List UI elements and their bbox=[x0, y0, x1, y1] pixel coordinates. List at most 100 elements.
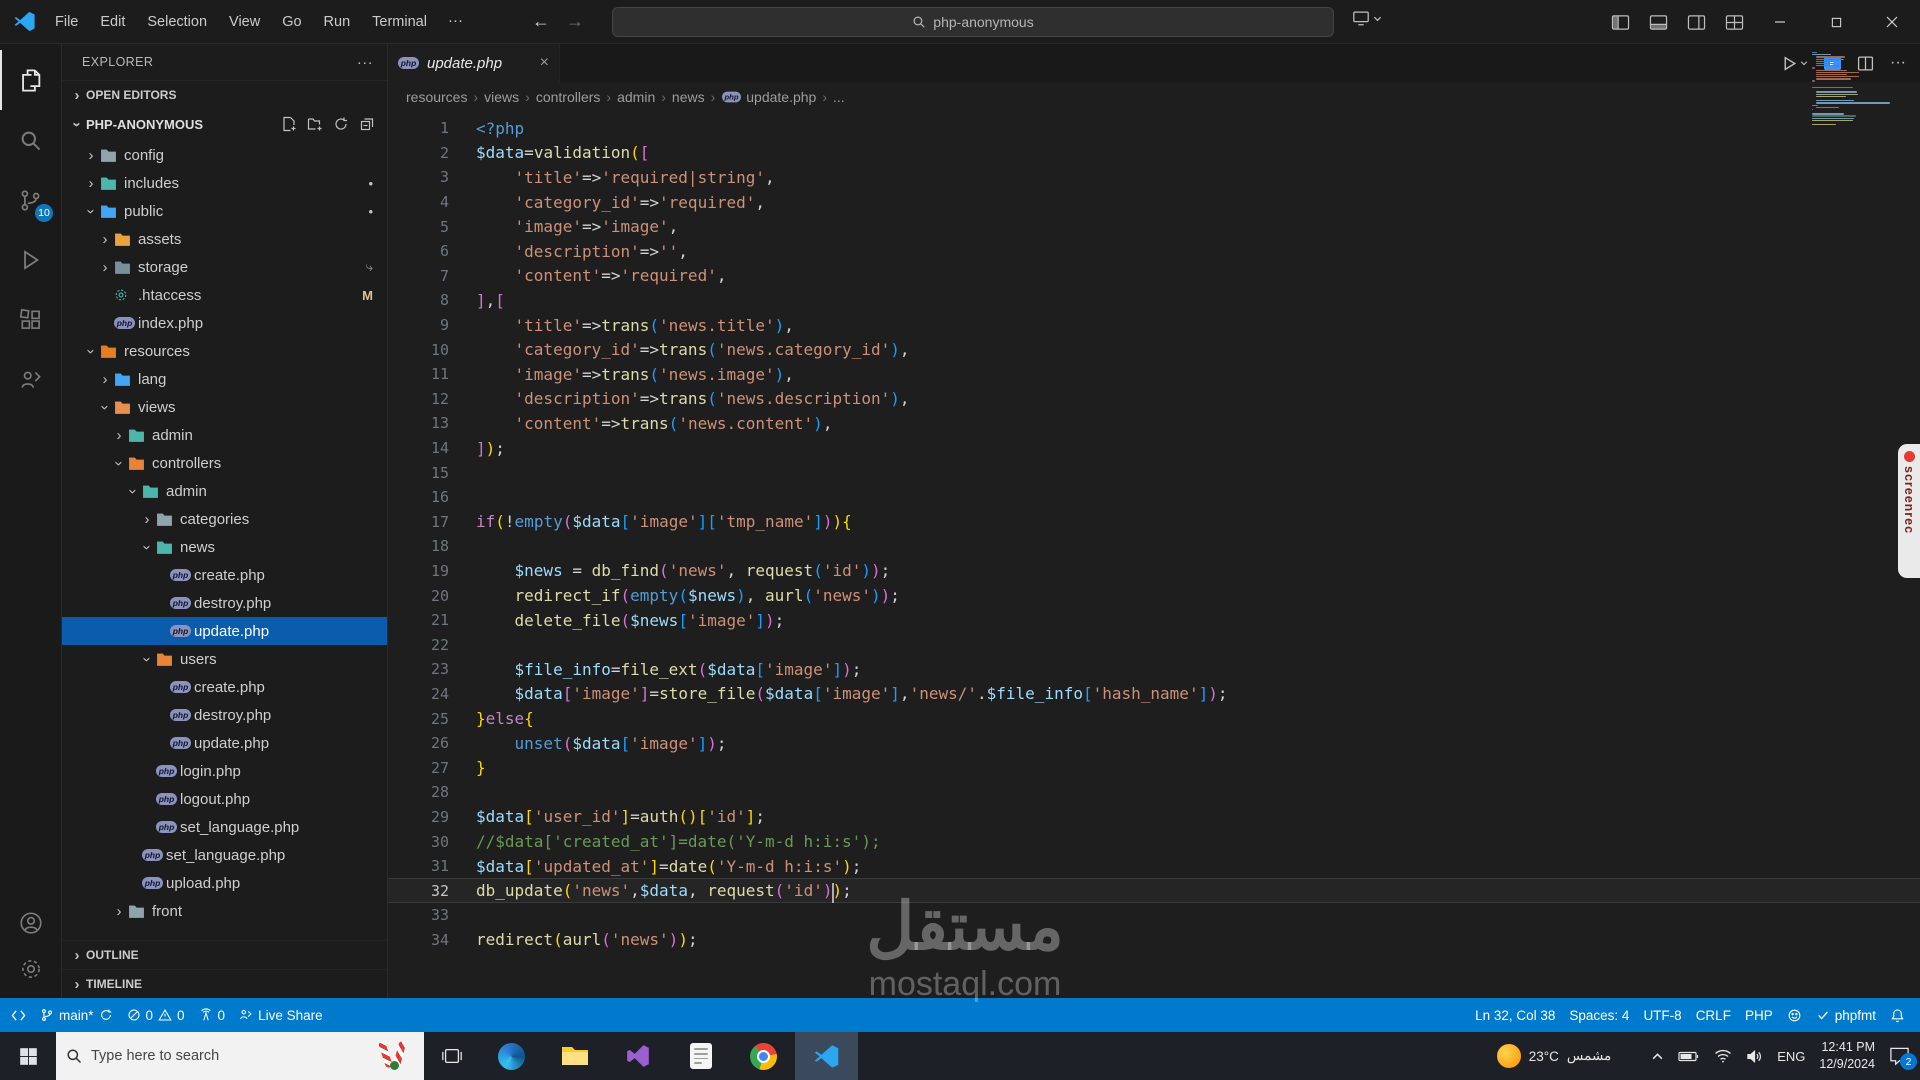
breadcrumb-views[interactable]: views bbox=[484, 89, 519, 105]
code-line-20[interactable]: 20 redirect_if(empty($news), aurl('news'… bbox=[388, 583, 1920, 608]
folder-admin[interactable]: › admin bbox=[62, 421, 387, 449]
code-line-29[interactable]: 29 $data['user_id']=auth()['id']; bbox=[388, 805, 1920, 830]
task-view-button[interactable] bbox=[424, 1032, 480, 1080]
forward-button[interactable]: → bbox=[559, 8, 591, 36]
code-line-26[interactable]: 26 unset($data['image']); bbox=[388, 731, 1920, 756]
back-button[interactable]: ← bbox=[525, 8, 557, 36]
file-.htaccess[interactable]: .htaccess M bbox=[62, 281, 387, 309]
code-line-3[interactable]: 3 'title'=>'required|string', bbox=[388, 165, 1920, 190]
ports-item[interactable]: 0 bbox=[192, 1008, 233, 1023]
folder-front[interactable]: › front bbox=[62, 897, 387, 925]
taskbar-search-box[interactable] bbox=[56, 1032, 424, 1080]
menu-go[interactable]: Go bbox=[271, 7, 312, 37]
file-create.php[interactable]: php create.php bbox=[62, 673, 387, 701]
code-line-15[interactable]: 15 bbox=[388, 460, 1920, 485]
show-hidden-icons-chevron[interactable] bbox=[1651, 1050, 1664, 1063]
timeline-section[interactable]: › TIMELINE bbox=[62, 969, 387, 998]
code-line-19[interactable]: 19 $news = db_find('news', request('id')… bbox=[388, 559, 1920, 584]
git-branch-item[interactable]: main* bbox=[33, 1008, 120, 1023]
menu-overflow-button[interactable]: ··· bbox=[438, 7, 473, 37]
code-line-16[interactable]: 16 bbox=[388, 485, 1920, 510]
file-update.php[interactable]: php update.php bbox=[62, 617, 387, 645]
toggle-panel-icon[interactable] bbox=[1642, 8, 1674, 36]
refresh-icon[interactable] bbox=[333, 116, 349, 132]
code-line-2[interactable]: 2 $data=validation([ bbox=[388, 141, 1920, 166]
folder-storage[interactable]: › storage ⤷ bbox=[62, 253, 387, 281]
collapse-folders-icon[interactable] bbox=[359, 116, 375, 132]
command-center-search[interactable]: php-anonymous bbox=[612, 7, 1334, 37]
folder-public[interactable]: › public • bbox=[62, 197, 387, 225]
menu-terminal[interactable]: Terminal bbox=[361, 7, 438, 37]
folder-config[interactable]: › config bbox=[62, 141, 387, 169]
code-line-31[interactable]: 31 $data['updated_at']=date('Y-m-d h:i:s'… bbox=[388, 854, 1920, 879]
weather-widget[interactable]: 23°C مشمس bbox=[1496, 1044, 1611, 1068]
toggle-secondary-sidebar-icon[interactable] bbox=[1680, 8, 1712, 36]
minimize-button[interactable] bbox=[1752, 0, 1808, 44]
maximize-button[interactable] bbox=[1808, 0, 1864, 44]
code-line-11[interactable]: 11 'image'=>trans('news.image'), bbox=[388, 362, 1920, 387]
notifications-bell-icon[interactable] bbox=[1883, 1008, 1912, 1023]
close-tab-icon[interactable]: × bbox=[540, 54, 549, 72]
folder-views[interactable]: › views bbox=[62, 393, 387, 421]
code-line-27[interactable]: 27} bbox=[388, 755, 1920, 780]
feedback-smiley-icon[interactable] bbox=[1780, 1008, 1809, 1023]
volume-icon[interactable] bbox=[1746, 1049, 1763, 1064]
folder-users[interactable]: › users bbox=[62, 645, 387, 673]
file-login.php[interactable]: php login.php bbox=[62, 757, 387, 785]
file-destroy.php[interactable]: php destroy.php bbox=[62, 589, 387, 617]
close-button[interactable] bbox=[1864, 0, 1920, 44]
file-explorer-taskbar-icon[interactable] bbox=[543, 1032, 606, 1080]
code-line-9[interactable]: 9 'title'=>trans('news.title'), bbox=[388, 313, 1920, 338]
new-file-icon[interactable] bbox=[281, 116, 297, 132]
taskbar-search-input[interactable] bbox=[91, 1048, 331, 1064]
problems-item[interactable]: 0 0 bbox=[120, 1008, 192, 1023]
code-line-25[interactable]: 25}else{ bbox=[388, 706, 1920, 731]
code-line-32[interactable]: 32 db_update('news',$data, request('id'))… bbox=[388, 878, 1920, 904]
search-icon[interactable] bbox=[0, 110, 61, 170]
extensions-icon[interactable] bbox=[0, 290, 61, 350]
new-folder-icon[interactable] bbox=[307, 116, 323, 132]
folder-news[interactable]: › news bbox=[62, 533, 387, 561]
screenrec-widget[interactable]: screenrec bbox=[1898, 444, 1920, 578]
folder-assets[interactable]: › assets bbox=[62, 225, 387, 253]
code-line-14[interactable]: 14]); bbox=[388, 436, 1920, 461]
code-line-10[interactable]: 10 'category_id'=>trans('news.category_i… bbox=[388, 337, 1920, 362]
code-line-12[interactable]: 12 'description'=>trans('news.descriptio… bbox=[388, 387, 1920, 412]
code-line-33[interactable]: 33 bbox=[388, 903, 1920, 928]
live-share-icon[interactable] bbox=[0, 350, 61, 410]
settings-gear-icon[interactable] bbox=[0, 946, 61, 992]
folder-includes[interactable]: › includes • bbox=[62, 169, 387, 197]
code-line-4[interactable]: 4 'category_id'=>'required', bbox=[388, 190, 1920, 215]
folder-resources[interactable]: › resources bbox=[62, 337, 387, 365]
battery-icon[interactable] bbox=[1678, 1050, 1700, 1063]
encoding-setting[interactable]: UTF-8 bbox=[1636, 1008, 1688, 1023]
source-control-icon[interactable]: 10 bbox=[0, 170, 61, 230]
code-line-28[interactable]: 28 bbox=[388, 780, 1920, 805]
breadcrumb-news[interactable]: news bbox=[672, 89, 705, 105]
explorer-icon[interactable] bbox=[0, 50, 61, 110]
tab-update-php[interactable]: php update.php × bbox=[388, 44, 560, 82]
code-line-22[interactable]: 22 bbox=[388, 632, 1920, 657]
indentation-setting[interactable]: Spaces: 4 bbox=[1562, 1008, 1636, 1023]
code-line-1[interactable]: 1 <?php bbox=[388, 116, 1920, 141]
code-line-7[interactable]: 7 'content'=>'required', bbox=[388, 264, 1920, 289]
live-share-item[interactable]: Live Share bbox=[232, 1008, 330, 1023]
menu-view[interactable]: View bbox=[218, 7, 271, 37]
run-code-icon[interactable] bbox=[1781, 55, 1808, 72]
start-button[interactable] bbox=[0, 1032, 56, 1080]
cursor-position[interactable]: Ln 32, Col 38 bbox=[1468, 1008, 1562, 1023]
remote-indicator[interactable] bbox=[4, 1008, 33, 1023]
toggle-sidebar-icon[interactable] bbox=[1604, 8, 1636, 36]
file-set_language.php[interactable]: php set_language.php bbox=[62, 841, 387, 869]
code-line-8[interactable]: 8],[ bbox=[388, 288, 1920, 313]
customize-layout-icon[interactable] bbox=[1718, 8, 1750, 36]
code-line-6[interactable]: 6 'description'=>'', bbox=[388, 239, 1920, 264]
code-line-5[interactable]: 5 'image'=>'image', bbox=[388, 214, 1920, 239]
breadcrumb-...[interactable]: ... bbox=[833, 89, 845, 105]
folder-admin[interactable]: › admin bbox=[62, 477, 387, 505]
menu-run[interactable]: Run bbox=[313, 7, 362, 37]
code-line-34[interactable]: 34 redirect(aurl('news')); bbox=[388, 928, 1920, 953]
run-debug-icon[interactable] bbox=[0, 230, 61, 290]
code-line-24[interactable]: 24 $data['image']=store_file($data['imag… bbox=[388, 682, 1920, 707]
taskbar-clock[interactable]: 12:41 PM 12/9/2024 bbox=[1819, 1039, 1875, 1073]
